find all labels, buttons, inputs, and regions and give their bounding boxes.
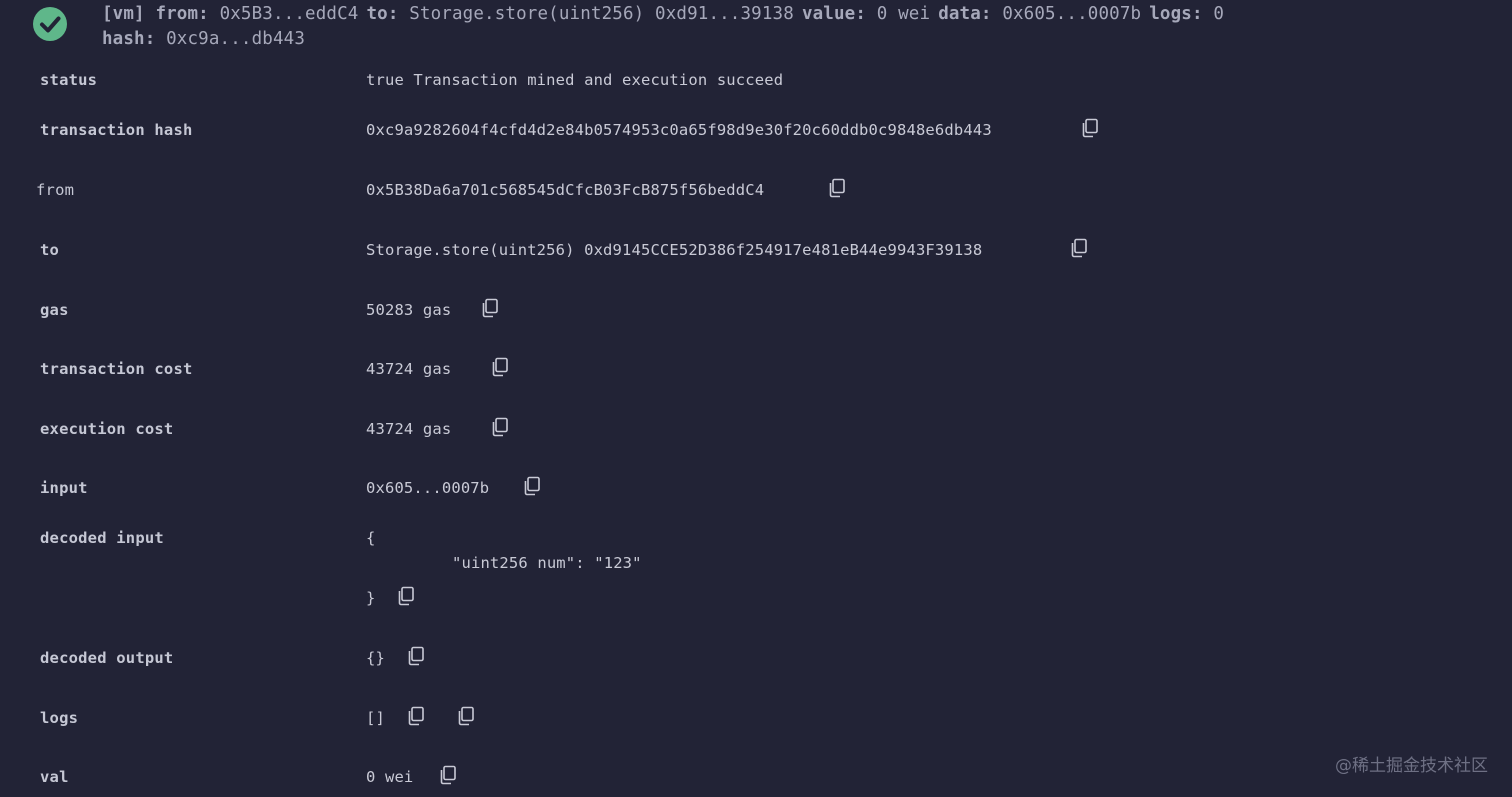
to-value: Storage.store(uint256) 0xd9145CCE52D386f… bbox=[366, 241, 983, 259]
row-transaction-cost: transaction cost 43724 gas bbox=[0, 357, 1512, 383]
data-label: data: bbox=[938, 4, 992, 24]
hash-value: 0xc9a...db443 bbox=[166, 29, 306, 49]
input-label: input bbox=[40, 479, 88, 497]
copy-icon[interactable] bbox=[1070, 238, 1088, 258]
check-circle-icon bbox=[33, 7, 67, 41]
decoded-output-label: decoded output bbox=[40, 649, 174, 667]
value-label: value: bbox=[801, 4, 867, 24]
transaction-hash-value: 0xc9a9282604f4cfd4d2e84b0574953c0a65f98d… bbox=[366, 121, 992, 139]
row-decoded-input: decoded input { "uint256 num": "123" } bbox=[0, 528, 1512, 612]
hash-label: hash: bbox=[102, 29, 156, 49]
decoded-input-body: "uint256 num": "123" bbox=[452, 554, 642, 572]
transaction-cost-label: transaction cost bbox=[40, 360, 193, 378]
row-logs: logs [] bbox=[0, 706, 1512, 732]
from-value: 0x5B38Da6a701c568545dCfcB03FcB875f56bedd… bbox=[366, 181, 765, 199]
decoded-input-label: decoded input bbox=[40, 529, 164, 547]
execution-cost-label: execution cost bbox=[40, 420, 174, 438]
copy-icon[interactable] bbox=[828, 178, 846, 198]
vm-tag: [vm] bbox=[102, 4, 145, 24]
value-value: 0 wei bbox=[876, 4, 931, 24]
val-label: val bbox=[40, 768, 69, 786]
row-status: status true Transaction mined and execut… bbox=[0, 70, 1512, 94]
transaction-header[interactable]: [vm] from: 0x5B3...eddC4 to: Storage.stor… bbox=[0, 0, 1512, 60]
logs-label: logs bbox=[40, 709, 79, 727]
watermark: @稀土掘金技术社区 bbox=[1335, 756, 1488, 776]
from-value: 0x5B3...eddC4 bbox=[219, 4, 359, 24]
row-execution-cost: execution cost 43724 gas bbox=[0, 417, 1512, 443]
logs-value: 0 bbox=[1213, 4, 1225, 24]
to-label: to: bbox=[366, 4, 399, 24]
row-to: to Storage.store(uint256) 0xd9145CCE52D3… bbox=[0, 238, 1512, 264]
decoded-input-close: } bbox=[366, 589, 376, 607]
decoded-input-open: { bbox=[366, 529, 376, 547]
copy-icon[interactable] bbox=[407, 646, 425, 666]
logs-label: logs: bbox=[1149, 4, 1203, 24]
logs-value: [] bbox=[366, 709, 385, 727]
from-label: from bbox=[36, 181, 75, 199]
status-value: true Transaction mined and execution suc… bbox=[366, 71, 784, 89]
input-value: 0x605...0007b bbox=[366, 479, 490, 497]
copy-icon[interactable] bbox=[491, 417, 509, 437]
copy-icon[interactable] bbox=[439, 765, 457, 785]
gas-label: gas bbox=[40, 301, 69, 319]
decoded-output-value: {} bbox=[366, 649, 385, 667]
copy-icon[interactable] bbox=[407, 706, 425, 726]
gas-value: 50283 gas bbox=[366, 301, 452, 319]
to-label: to bbox=[40, 241, 60, 259]
copy-icon[interactable] bbox=[457, 706, 475, 726]
row-val: val 0 wei bbox=[0, 765, 1512, 791]
row-input: input 0x605...0007b bbox=[0, 476, 1512, 502]
data-value: 0x605...0007b bbox=[1002, 4, 1142, 24]
execution-cost-value: 43724 gas bbox=[366, 420, 452, 438]
transaction-cost-value: 43724 gas bbox=[366, 360, 452, 378]
copy-icon[interactable] bbox=[1081, 118, 1099, 138]
status-label: status bbox=[40, 71, 98, 89]
transaction-hash-label: transaction hash bbox=[40, 121, 193, 139]
copy-icon[interactable] bbox=[397, 586, 415, 606]
row-from: from 0x5B38Da6a701c568545dCfcB03FcB875f5… bbox=[0, 178, 1512, 204]
row-transaction-hash: transaction hash 0xc9a9282604f4cfd4d2e84… bbox=[0, 118, 1512, 144]
row-gas: gas 50283 gas bbox=[0, 298, 1512, 324]
copy-icon[interactable] bbox=[523, 476, 541, 496]
row-decoded-output: decoded output {} bbox=[0, 646, 1512, 672]
copy-icon[interactable] bbox=[481, 298, 499, 318]
copy-icon[interactable] bbox=[491, 357, 509, 377]
from-label: from: bbox=[155, 4, 209, 24]
transaction-summary: [vm] from: 0x5B3...eddC4 to: Storage.stor… bbox=[102, 2, 1492, 52]
to-value: Storage.store(uint256) 0xd91...39138 bbox=[409, 4, 794, 24]
val-value: 0 wei bbox=[366, 768, 414, 786]
